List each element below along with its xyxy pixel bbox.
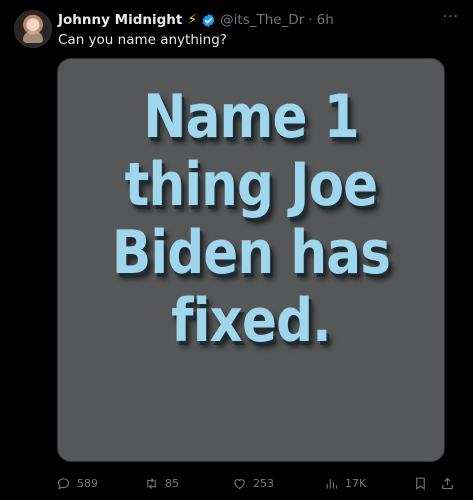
views-button[interactable]: 17K (324, 476, 366, 491)
like-count: 253 (253, 476, 274, 490)
image-caption-text: Name 1 thing Joe Biden has fixed. (58, 83, 444, 355)
like-button[interactable]: 253 (232, 476, 274, 491)
tweet-text: Can you name anything? (58, 32, 227, 48)
more-options-icon[interactable]: ··· (443, 9, 459, 25)
user-handle[interactable]: @its_The_Dr (220, 12, 304, 28)
image-text-line: fixed. (171, 286, 332, 356)
heart-icon (234, 478, 245, 489)
display-name[interactable]: Johnny Midnight (58, 12, 182, 28)
bookmark-button[interactable] (413, 476, 428, 491)
bookmark-icon (416, 477, 425, 490)
view-count: 17K (345, 476, 367, 490)
image-text-line: Name 1 (143, 82, 359, 152)
lightning-bolt-icon: ⚡ (187, 12, 198, 28)
tweet-header: Johnny Midnight ⚡ @its_The_Dr · 6h (58, 10, 459, 30)
image-text-line: Biden has (111, 218, 391, 288)
repost-count: 85 (165, 476, 179, 490)
views-chart-icon (326, 478, 338, 488)
avatar[interactable] (14, 10, 52, 48)
share-icon (442, 477, 453, 489)
timestamp[interactable]: 6h (317, 12, 334, 28)
separator-dot: · (308, 12, 313, 28)
tweet-actions-bar: 589 85 253 17K (52, 472, 459, 494)
reply-button[interactable]: 589 (56, 476, 98, 491)
share-button[interactable] (440, 476, 455, 491)
repost-icon (147, 477, 156, 489)
tweet-image[interactable]: Name 1 thing Joe Biden has fixed. (57, 58, 445, 462)
repost-button[interactable]: 85 (144, 476, 179, 491)
reply-icon (57, 477, 70, 489)
image-text-line: thing Joe (124, 150, 378, 220)
reply-count: 589 (77, 476, 98, 490)
verified-badge-icon (202, 13, 215, 27)
